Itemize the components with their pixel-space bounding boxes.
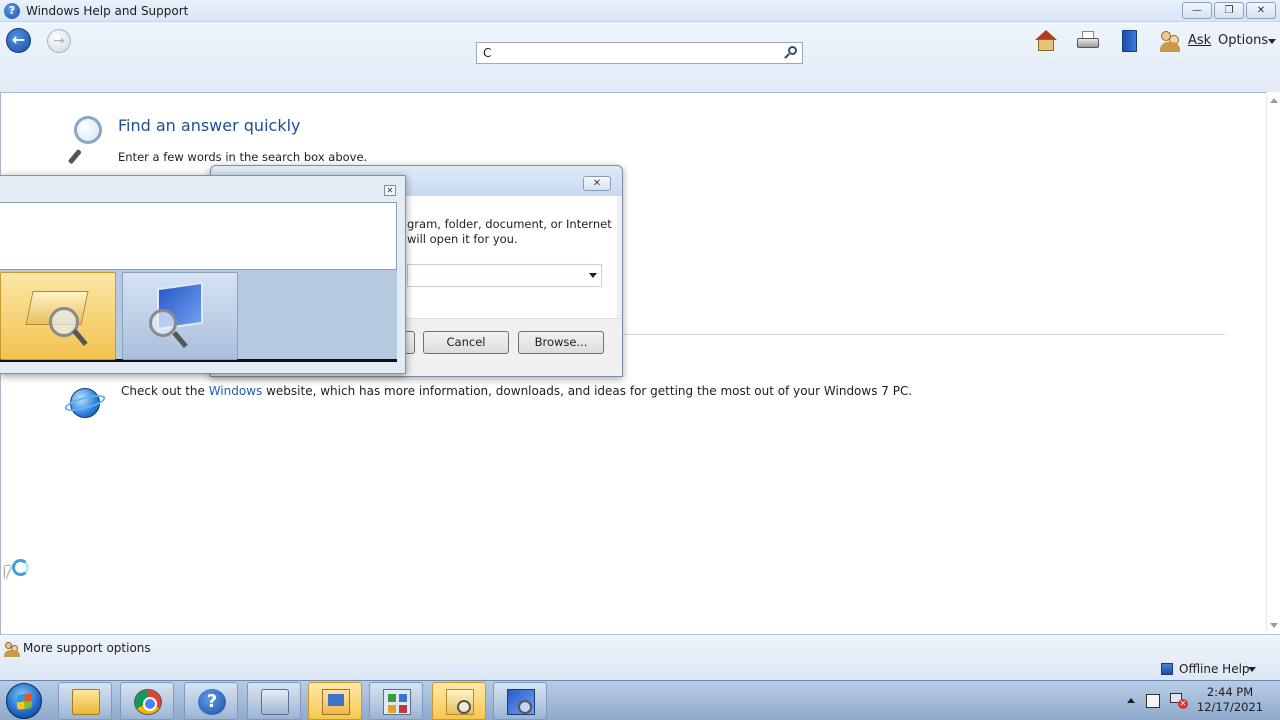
search-icon[interactable]: [784, 46, 798, 60]
website-text-prefix: Check out the: [121, 384, 209, 398]
run-desc-line-2: will open it for you.: [407, 232, 518, 246]
help-icon: ?: [198, 689, 226, 715]
taskbar: ? ✕ 2:44 PM 12/17/2021: [0, 680, 1280, 720]
busy-cursor-icon: [12, 559, 29, 576]
network-disconnected-icon[interactable]: ✕: [1170, 693, 1188, 709]
action-center-icon[interactable]: [1146, 694, 1160, 708]
find-answer-heading: Find an answer quickly: [118, 116, 301, 135]
taskbar-help-and-support[interactable]: ?: [184, 682, 238, 720]
vertical-scrollbar[interactable]: [1266, 92, 1280, 634]
help-app-icon: ?: [4, 3, 20, 19]
search-input[interactable]: [483, 45, 773, 61]
scroll-down-icon[interactable]: [1270, 623, 1278, 628]
clock-time: 2:44 PM: [1206, 685, 1254, 699]
globe-icon: [63, 386, 107, 420]
more-support-options-link[interactable]: More support options: [23, 641, 151, 655]
close-button[interactable]: ✕: [1246, 2, 1276, 19]
display-icon: [322, 689, 350, 715]
ask-icon[interactable]: [1158, 29, 1182, 53]
magnifier-icon: [64, 116, 104, 165]
popup-results-strip: [0, 270, 397, 362]
popup-search-area[interactable]: [0, 202, 397, 270]
website-text-suffix: website, which has more information, dow…: [262, 384, 913, 398]
run-dialog-close-button[interactable]: ✕: [583, 176, 611, 191]
taskbar-search-computer[interactable]: [493, 682, 547, 720]
popup-close-button[interactable]: ✕: [384, 185, 396, 196]
taskbar-file-explorer[interactable]: [58, 682, 112, 720]
run-open-combobox[interactable]: [407, 264, 602, 287]
search-computer-icon: [507, 689, 535, 715]
browse-button[interactable]: Browse...: [518, 331, 604, 354]
network-error-icon: ✕: [1178, 699, 1188, 709]
browse-help-icon[interactable]: [1118, 29, 1142, 53]
cancel-button[interactable]: Cancel: [423, 331, 509, 354]
mouse-pointer-icon: [5, 566, 11, 580]
offline-help-icon: [1161, 663, 1173, 675]
chevron-down-icon[interactable]: [1268, 39, 1276, 44]
remote-app-icon: [261, 689, 289, 715]
support-bar: More support options Offline Help: [0, 634, 1280, 680]
find-answer-description: Enter a few words in the search box abov…: [118, 150, 368, 164]
search-folders-icon: [446, 689, 474, 715]
show-hidden-icons-icon[interactable]: [1127, 698, 1135, 703]
chrome-icon: [134, 689, 162, 715]
chevron-down-icon[interactable]: [1248, 667, 1256, 672]
restore-button[interactable]: ❐: [1214, 2, 1244, 19]
options-button[interactable]: Options: [1218, 33, 1268, 48]
taskbar-search-folders[interactable]: [432, 682, 486, 720]
system-clock[interactable]: 2:44 PM 12/17/2021: [1196, 685, 1264, 715]
search-computer-icon[interactable]: [122, 272, 238, 360]
window-controls: — ❐ ✕: [1182, 2, 1276, 19]
search-popup-window: ✕: [0, 175, 406, 374]
ask-button[interactable]: Ask: [1188, 33, 1211, 48]
taskbar-display-app[interactable]: [308, 682, 362, 720]
run-desc-line-1: gram, folder, document, or Internet: [407, 217, 612, 231]
taskbar-control-panel[interactable]: [369, 682, 423, 720]
windows-website-text: Check out the Windows website, which has…: [121, 384, 912, 398]
scroll-up-icon[interactable]: [1270, 98, 1278, 103]
taskbar-chrome[interactable]: [120, 682, 174, 720]
control-panel-icon: [383, 689, 411, 715]
start-button[interactable]: [6, 683, 42, 719]
search-field[interactable]: [476, 42, 803, 64]
run-dialog-description: gram, folder, document, or Internet will…: [407, 217, 612, 247]
back-button[interactable]: ←: [6, 28, 31, 53]
support-people-icon: [4, 641, 20, 657]
window-title: Windows Help and Support: [26, 4, 189, 18]
chevron-down-icon[interactable]: [589, 273, 597, 278]
print-icon[interactable]: [1076, 29, 1100, 53]
offline-help-button[interactable]: Offline Help: [1179, 662, 1250, 676]
windows-logo-icon: [17, 693, 32, 710]
clock-date: 12/17/2021: [1196, 700, 1264, 714]
minimize-button[interactable]: —: [1182, 2, 1212, 19]
forward-button[interactable]: →: [47, 29, 71, 53]
home-icon[interactable]: [1034, 29, 1058, 53]
folder-icon: [72, 689, 100, 715]
taskbar-remote-app[interactable]: [247, 682, 301, 720]
window-titlebar: ? Windows Help and Support — ❐ ✕: [0, 0, 1280, 22]
search-folders-icon[interactable]: [0, 272, 116, 360]
windows-website-link[interactable]: Windows: [209, 384, 263, 398]
section-divider: [622, 334, 1225, 335]
